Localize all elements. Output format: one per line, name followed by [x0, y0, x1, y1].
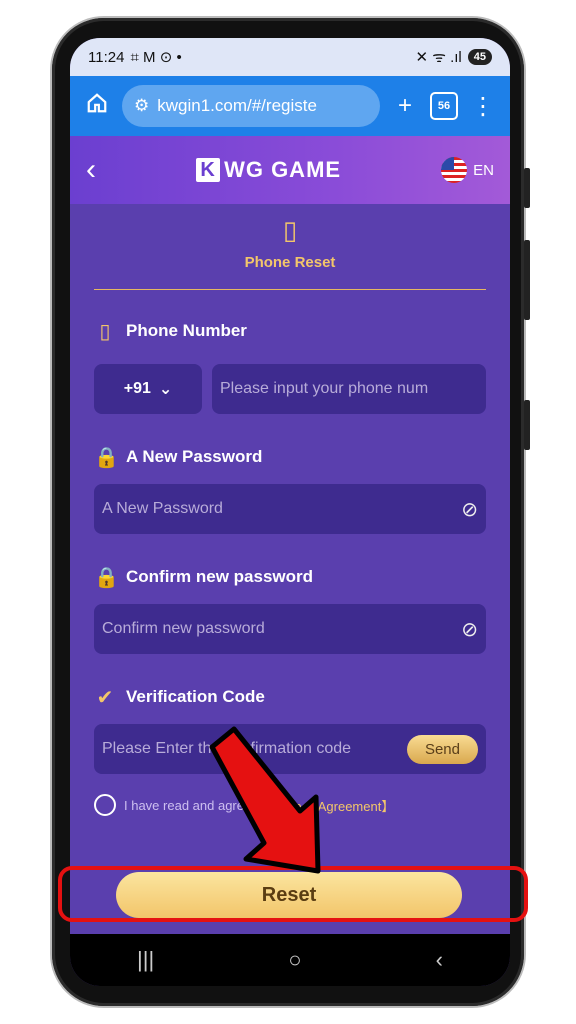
send-code-button[interactable]: Send	[406, 734, 478, 764]
battery-icon: 45	[467, 49, 492, 65]
power-button	[524, 400, 530, 450]
us-flag-icon	[441, 157, 468, 183]
page-title: Phone Reset	[244, 254, 336, 271]
language-selector[interactable]: EN	[441, 157, 494, 183]
logo-text: WG GAME	[224, 157, 342, 182]
phone-number-label: Phone Number	[126, 321, 247, 340]
pointer-arrow-icon	[209, 726, 321, 874]
shield-check-icon: ✔	[96, 686, 114, 709]
home-button[interactable]: ○	[288, 947, 301, 973]
verification-code-label: Verification Code	[126, 687, 265, 706]
new-password-label: A New Password	[126, 447, 263, 466]
signal-icons: ✕ ᯤ .ıl	[415, 49, 462, 66]
status-bar: 11:24 ⌗ M ⊙ • ✕ ᯤ .ıl 45	[70, 38, 510, 76]
eye-off-icon[interactable]: ⊘	[461, 617, 478, 642]
divider	[94, 289, 486, 290]
country-code-value: +91	[123, 380, 151, 397]
home-icon[interactable]	[82, 92, 112, 121]
eye-off-icon[interactable]: ⊘	[461, 497, 478, 522]
language-label: EN	[473, 161, 494, 179]
phone-input[interactable]: Please input your phone num	[212, 364, 486, 414]
agreement-radio[interactable]	[94, 794, 116, 816]
phone-icon: ▯	[99, 320, 111, 343]
app-header: ‹ K WG GAME EN	[70, 136, 510, 204]
recents-button[interactable]: |||	[137, 947, 154, 973]
side-button	[524, 168, 530, 208]
url-bar[interactable]: ⚙ kwgin1.com/#/registe	[122, 85, 380, 127]
confirm-password-placeholder: Confirm new password	[102, 620, 265, 637]
browser-toolbar: ⚙ kwgin1.com/#/registe + 56 ⋮	[70, 76, 510, 136]
back-button[interactable]: ‹	[436, 947, 443, 973]
back-icon[interactable]: ‹	[86, 153, 96, 187]
lock-icon: 🔒	[94, 446, 119, 469]
android-nav-bar: ||| ○ ‹	[70, 934, 510, 986]
country-code-select[interactable]: +91 ⌄	[94, 364, 202, 414]
confirm-password-input[interactable]: Confirm new password ⊘	[94, 604, 486, 654]
new-password-input[interactable]: A New Password ⊘	[94, 484, 486, 534]
status-time: 11:24	[88, 48, 125, 66]
new-password-placeholder: A New Password	[102, 500, 223, 517]
logo: K WG GAME	[196, 157, 341, 183]
logo-mark: K	[196, 158, 221, 182]
url-text: kwgin1.com/#/registe	[157, 96, 317, 115]
phone-icon: ▯	[282, 215, 298, 245]
site-settings-icon[interactable]: ⚙	[134, 96, 149, 116]
volume-button	[524, 240, 530, 320]
notification-icons: ⌗ M ⊙ •	[130, 49, 182, 66]
chevron-down-icon: ⌄	[158, 381, 173, 398]
tabs-count-button[interactable]: 56	[430, 92, 458, 120]
browser-menu-icon[interactable]: ⋮	[468, 92, 498, 121]
lock-icon: 🔒	[94, 566, 119, 589]
confirm-password-label: Confirm new password	[126, 567, 314, 586]
new-tab-icon[interactable]: +	[390, 92, 420, 120]
